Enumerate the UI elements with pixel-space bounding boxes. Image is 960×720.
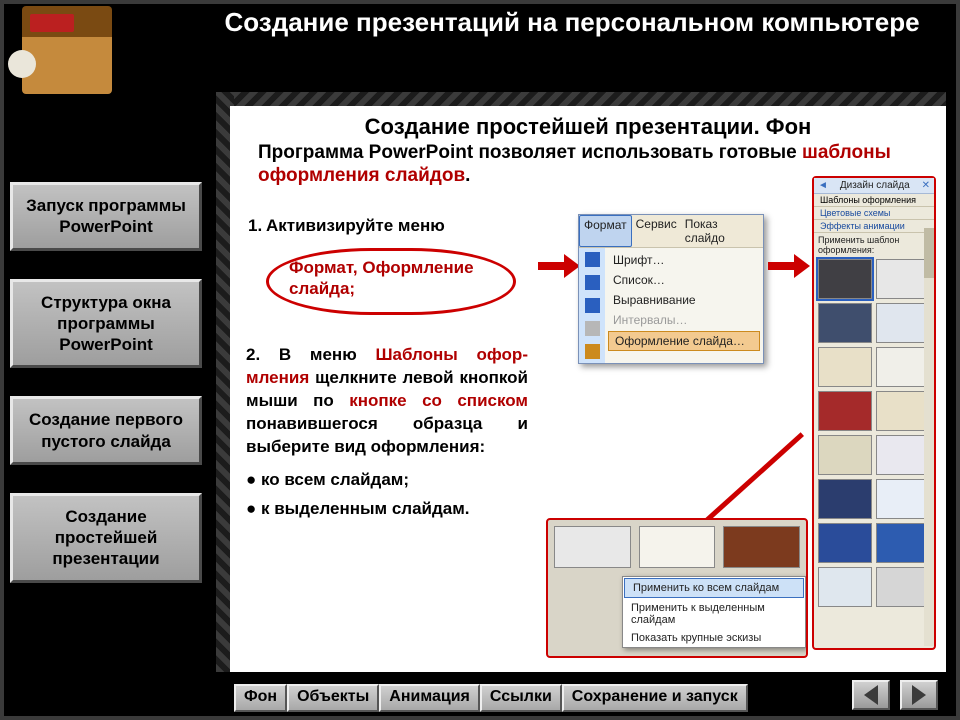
align-icon [585, 298, 600, 313]
tab-background[interactable]: Фон [234, 684, 287, 712]
task-pane-thumb-grid [814, 255, 934, 611]
step-1-circled: Формат, Оформление слайда; [266, 248, 516, 315]
step-2: 2. В меню Шаблоны офор-мления щелкните л… [246, 344, 528, 527]
content-frame: Создание простейшей презентации. Фон Про… [216, 92, 946, 672]
task-pane-link-colors[interactable]: Цветовые схемы [814, 207, 934, 220]
template-thumb[interactable] [818, 347, 872, 387]
ctx-item-apply-selected[interactable]: Применить к выделенным слайдам [623, 599, 805, 629]
bottom-tab-bar: Фон Объекты Анимация Ссылки Сохранение и… [234, 684, 748, 712]
format-menu-iconstrip [579, 248, 605, 363]
task-pane-link-anim[interactable]: Эффекты анимации [814, 220, 934, 233]
task-pane-scrollbar[interactable] [924, 228, 934, 646]
template-thumb[interactable] [818, 259, 872, 299]
template-thumb[interactable] [876, 303, 930, 343]
content-inner: Создание простейшей презентации. Фон Про… [230, 106, 946, 672]
format-menu: Формат Сервис Показ слайдо Шрифт… Список… [578, 214, 764, 364]
template-thumb[interactable] [876, 259, 930, 299]
mini-thumb [554, 526, 631, 568]
intro-post: . [465, 165, 470, 186]
tab-links[interactable]: Ссылки [480, 684, 562, 712]
content-subtitle: Создание простейшей презентации. Фон [230, 106, 946, 142]
sidebar-item-label: Структура окна программы PowerPoint [41, 293, 171, 355]
template-thumb[interactable] [818, 303, 872, 343]
template-thumb[interactable] [818, 567, 872, 607]
task-pane-close-icon[interactable]: ✕ [922, 180, 930, 191]
sidebar-item-window-structure[interactable]: Структура окна программы PowerPoint [10, 279, 202, 369]
page-title: Создание презентаций на персональном ком… [194, 8, 950, 38]
task-pane-heading: Применить шаблон оформления: [814, 233, 934, 255]
step-2-mid2: понавившегося образца и выберите вид офо… [246, 414, 528, 456]
arrow-diagonal-icon [801, 435, 804, 438]
step-2-pre: 2. В меню [246, 345, 375, 364]
task-pane-header: ◄ Дизайн слайда ✕ [814, 178, 934, 194]
sidebar-item-launch[interactable]: Запуск программы PowerPoint [10, 182, 202, 251]
sidebar-item-first-slide[interactable]: Создание первого пустого слайда [10, 396, 202, 465]
nav-arrows [852, 680, 938, 710]
list-icon [585, 275, 600, 290]
menu-tab-format[interactable]: Формат [579, 215, 632, 247]
template-thumb[interactable] [818, 435, 872, 475]
task-pane-link-templates[interactable]: Шаблоны оформления [814, 194, 934, 207]
step-1-line: Активизируйте меню [266, 216, 445, 235]
template-thumb[interactable] [818, 391, 872, 431]
ctx-item-large-thumbs[interactable]: Показать крупные эскизы [623, 629, 805, 647]
sidebar-item-label: Создание первого пустого слайда [29, 410, 183, 450]
nav-next-button[interactable] [900, 680, 938, 710]
nav-prev-button[interactable] [852, 680, 890, 710]
step-2-bullet-all: ко всем слайдам; [246, 469, 528, 492]
step-1: 1. Активизируйте меню Формат, Оформление… [266, 216, 536, 315]
step-2-bullet-selected: к выделенным слайдам. [246, 498, 528, 521]
template-thumb[interactable] [876, 523, 930, 563]
tab-objects[interactable]: Объекты [287, 684, 379, 712]
scrollbar-handle[interactable] [924, 228, 934, 278]
design-icon [585, 344, 600, 359]
menu-tab-slideshow[interactable]: Показ слайдо [681, 215, 763, 247]
format-item-design[interactable]: Оформление слайда… [608, 331, 760, 351]
arrow-right-icon [538, 258, 580, 274]
sidebar-item-label: Запуск программы PowerPoint [26, 196, 186, 236]
template-thumb[interactable] [818, 523, 872, 563]
menu-tab-service[interactable]: Сервис [632, 215, 681, 247]
context-menu: Применить ко всем слайдам Применить к вы… [622, 576, 806, 648]
tab-save-run[interactable]: Сохранение и запуск [562, 684, 748, 712]
template-thumb[interactable] [876, 479, 930, 519]
task-pane-prev-icon[interactable]: ◄ [818, 180, 828, 191]
template-thumb[interactable] [876, 435, 930, 475]
intro-pre: Программа PowerPoint позволяет использов… [258, 142, 802, 163]
step-2-hl2: кнопке со списком [349, 391, 528, 410]
format-menubar: Формат Сервис Показ слайдо [579, 215, 763, 248]
tab-animation[interactable]: Анимация [379, 684, 480, 712]
context-menu-illustration: Применить ко всем слайдам Применить к вы… [546, 518, 808, 658]
bookworm-icon [22, 6, 112, 94]
chevron-left-icon [864, 685, 878, 705]
task-pane-title: Дизайн слайда [840, 180, 910, 191]
design-task-pane: ◄ Дизайн слайда ✕ Шаблоны оформления Цве… [812, 176, 936, 650]
sidebar-item-simple-presentation[interactable]: Создание простейшей презентации [10, 493, 202, 583]
format-item-list[interactable]: Список… [605, 270, 763, 290]
template-thumb[interactable] [818, 479, 872, 519]
sidebar-item-label: Создание простейшей презентации [52, 507, 159, 569]
template-thumb[interactable] [876, 567, 930, 607]
spacing-icon [585, 321, 600, 336]
sidebar: Запуск программы PowerPoint Структура ок… [10, 182, 202, 583]
ctx-item-apply-all[interactable]: Применить ко всем слайдам [624, 578, 804, 598]
mini-thumb [723, 526, 800, 568]
template-thumb[interactable] [876, 391, 930, 431]
chevron-right-icon [912, 685, 926, 705]
template-thumb[interactable] [876, 347, 930, 387]
format-item-spacing: Интервалы… [605, 310, 763, 330]
step-1-number: 1. [248, 216, 262, 236]
format-item-align[interactable]: Выравнивание [605, 290, 763, 310]
format-item-font[interactable]: Шрифт… [605, 250, 763, 270]
mini-thumb [639, 526, 716, 568]
font-icon [585, 252, 600, 267]
arrow-right-icon [768, 258, 810, 274]
